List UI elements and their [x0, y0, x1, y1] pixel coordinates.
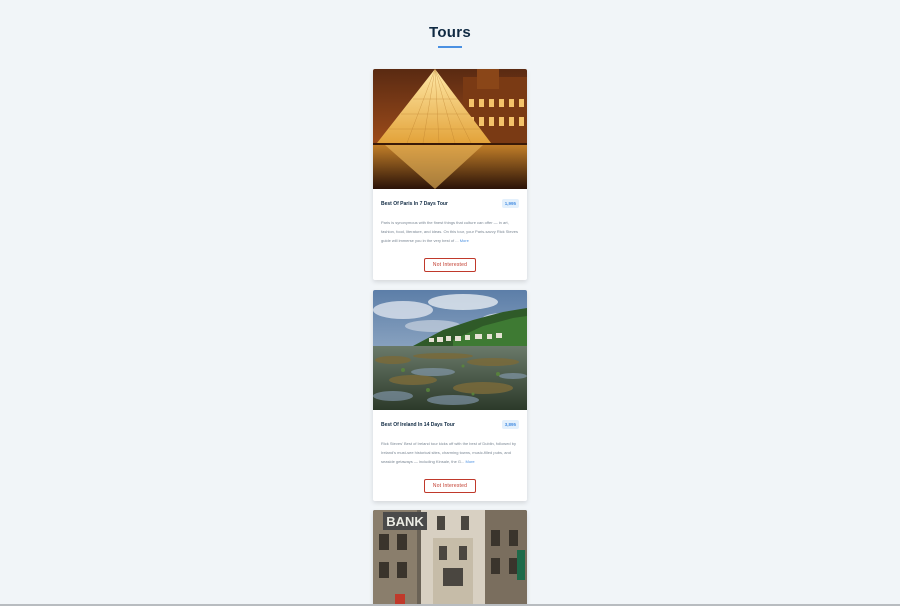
tour-card: BANK — [373, 510, 527, 606]
page-title: Tours — [428, 24, 472, 41]
tour-name: Best Of Ireland In 14 Days Tour — [381, 421, 455, 428]
tour-card: Best Of Paris In 7 Days Tour 1,995 Paris… — [373, 69, 527, 280]
ireland-coast-image — [373, 290, 527, 410]
description-text: Rick Steves' Best of Ireland tour kicks … — [381, 441, 516, 464]
price-badge: 1,995 — [501, 199, 519, 208]
price-badge: 3,895 — [501, 420, 519, 429]
not-interested-button[interactable]: Not Interested — [423, 479, 477, 493]
description-text: Paris is synonymous with the finest thin… — [381, 220, 518, 243]
more-link[interactable]: More — [466, 459, 475, 464]
tour-description: Paris is synonymous with the finest thin… — [381, 218, 519, 245]
more-link[interactable]: More — [460, 238, 469, 243]
tour-card: Best Of Ireland In 14 Days Tour 3,895 Ri… — [373, 290, 527, 501]
tour-description: Rick Steves' Best of Ireland tour kicks … — [381, 439, 519, 466]
not-interested-button[interactable]: Not Interested — [423, 258, 477, 272]
city-street-bank-image: BANK — [373, 510, 527, 606]
title-underline — [438, 46, 462, 48]
tour-name: Best Of Paris In 7 Days Tour — [381, 200, 448, 207]
louvre-pyramid-image — [373, 69, 527, 189]
bank-sign-text: BANK — [386, 514, 424, 529]
page-header: Tours — [0, 24, 900, 48]
